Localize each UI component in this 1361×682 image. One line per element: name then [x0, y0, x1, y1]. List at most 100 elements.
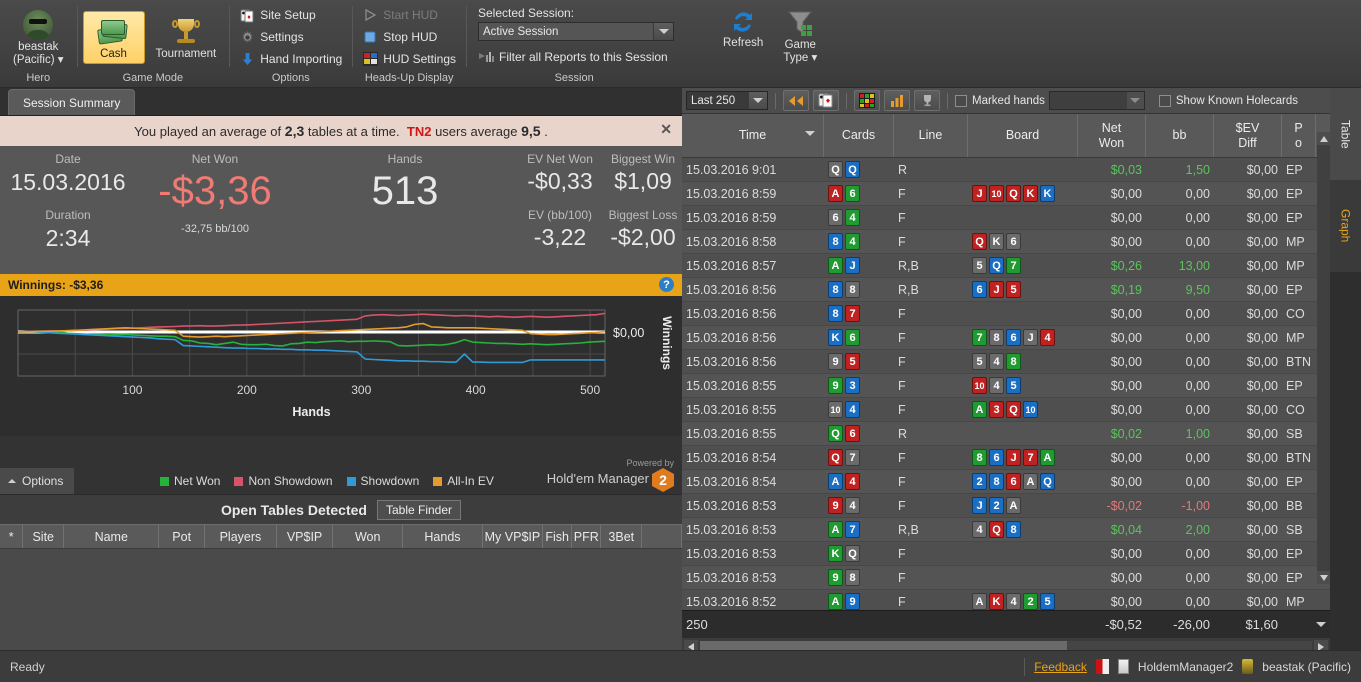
cash-button[interactable]: Cash — [82, 10, 145, 64]
hands-column-p[interactable]: Po — [1282, 114, 1316, 157]
help-icon[interactable]: ? — [659, 277, 674, 292]
hand-row[interactable]: 15.03.2016 8:56 8 8 R,B 6 J 5 $0,19 9,50 $0,00 EP — [682, 278, 1330, 302]
open-tables-column-vp-ip[interactable]: VP$IP — [277, 525, 334, 548]
hero-dropdown-icon[interactable]: ▾ — [58, 54, 64, 66]
start-hud-button[interactable]: Start HUD — [358, 5, 460, 26]
hands-column-bb[interactable]: bb — [1146, 114, 1214, 157]
hand-row[interactable]: 15.03.2016 8:53 9 8 F $0,00 0,00 $0,00 EP — [682, 566, 1330, 590]
table-finder-button[interactable]: Table Finder — [376, 499, 462, 520]
open-tables-column-players[interactable]: Players — [205, 525, 277, 548]
hand-row[interactable]: 15.03.2016 8:56 8 7 F $0,00 0,00 $0,00 CO — [682, 302, 1330, 326]
game-type-button[interactable]: Game Type ▾ — [774, 2, 826, 72]
hand-time: 15.03.2016 8:52 — [686, 594, 777, 609]
hand-row[interactable]: 15.03.2016 8:56 9 5 F 5 4 8 $0,00 0,00 $0,00 BTN — [682, 350, 1330, 374]
open-tables-column-pot[interactable]: Pot — [159, 525, 205, 548]
sort-descending-icon[interactable] — [805, 131, 815, 136]
hand-line: F — [898, 474, 906, 489]
hand-row[interactable]: 15.03.2016 8:53 K Q F $0,00 0,00 $0,00 EP — [682, 542, 1330, 566]
playing-card: Q — [972, 233, 987, 250]
hand-row[interactable]: 15.03.2016 8:55 10 4 F A 3 Q 10 $0,00 0,00 $0,00 CO — [682, 398, 1330, 422]
hand-row[interactable]: 15.03.2016 8:55 Q 6 R $0,02 1,00 $0,00 SB — [682, 422, 1330, 446]
hands-column-board[interactable]: Board — [968, 114, 1078, 157]
chevron-down-icon[interactable] — [653, 23, 673, 40]
hands-column-time[interactable]: Time — [682, 114, 824, 157]
bar-chart-icon[interactable] — [884, 90, 910, 111]
filter-reports-button[interactable]: Filter all Reports to this Session — [478, 46, 706, 67]
scroll-up-button[interactable] — [1317, 132, 1330, 145]
hand-importing-button[interactable]: Hand Importing — [235, 49, 346, 70]
hand-row[interactable]: 15.03.2016 8:58 8 4 F Q K 6 $0,00 0,00 $0,00 MP — [682, 230, 1330, 254]
grid-icon[interactable] — [854, 90, 880, 111]
hands-vertical-scrollbar[interactable] — [1317, 132, 1330, 584]
hand-row[interactable]: 15.03.2016 8:54 A 4 F 2 8 6 A Q $0,00 0,00 $0,00 EP — [682, 470, 1330, 494]
hands-column-line[interactable]: Line — [894, 114, 968, 157]
hand-range-chevron-down-icon[interactable] — [749, 92, 767, 109]
hand-row[interactable]: 15.03.2016 8:52 A 9 F A K 4 2 5 $0,00 0,00 $0,00 MP — [682, 590, 1330, 610]
hand-row[interactable]: 15.03.2016 9:01 Q Q R $0,03 1,50 $0,00 EP — [682, 158, 1330, 182]
money-icon — [96, 16, 131, 48]
hand-row[interactable]: 15.03.2016 8:53 A 7 R,B 4 Q 8 $0,04 2,00 $0,00 SB — [682, 518, 1330, 542]
notice-text: You played an average of 2,3 tables at a… — [134, 123, 548, 139]
hand-row[interactable]: 15.03.2016 8:54 Q 7 F 8 6 J 7 A $0,00 0,00 $0,00 BTN — [682, 446, 1330, 470]
hand-net-won: $0,00 — [1110, 570, 1142, 585]
legend-swatch — [234, 476, 244, 486]
open-tables-column-3bet[interactable]: 3Bet — [601, 525, 643, 548]
chart-options-button[interactable]: Options — [0, 468, 74, 494]
hands-column-cards[interactable]: Cards — [824, 114, 894, 157]
hands-table-body: 15.03.2016 9:01 Q Q R $0,03 1,50 $0,00 EP 15.03.… — [682, 158, 1330, 610]
refresh-button[interactable]: Refresh — [716, 2, 770, 72]
site-setup-button[interactable]: Site Setup — [235, 5, 346, 26]
marked-hands-checkbox[interactable]: Marked hands — [955, 94, 1045, 107]
cards-icon[interactable] — [813, 90, 839, 111]
hand-row[interactable]: 15.03.2016 8:53 9 4 F J 2 A -$0,02 -1,00 $0,00 BB — [682, 494, 1330, 518]
feedback-link[interactable]: Feedback — [1034, 660, 1087, 674]
show-known-holecards-checkbox-box[interactable] — [1158, 94, 1171, 107]
tab-session-summary[interactable]: Session Summary — [8, 89, 136, 115]
marked-hands-checkbox-box[interactable] — [955, 94, 967, 107]
tournament-button[interactable]: Tournament — [149, 11, 224, 64]
open-tables-column-site[interactable]: Site — [23, 525, 65, 548]
scroll-down-button[interactable] — [1317, 571, 1330, 584]
open-tables-column-pfr[interactable]: PFR — [572, 525, 602, 548]
hud-settings-button[interactable]: HUD Settings — [358, 49, 460, 70]
playing-card: 6 — [1006, 473, 1021, 490]
open-tables-column-name[interactable]: Name — [64, 525, 160, 548]
notice-mid2: users average — [435, 124, 518, 139]
hand-board — [968, 206, 1078, 229]
open-tables-column-won[interactable]: Won — [333, 525, 404, 548]
hand-time: 15.03.2016 8:55 — [686, 426, 777, 441]
hand-row[interactable]: 15.03.2016 8:55 9 3 F 10 4 5 $0,00 0,00 $0,00 EP — [682, 374, 1330, 398]
marked-hands-combo[interactable] — [1048, 91, 1145, 110]
notice-close-icon[interactable]: ✕ — [660, 121, 672, 138]
settings-button[interactable]: Settings — [235, 27, 346, 48]
open-tables-column--[interactable]: * — [0, 525, 24, 548]
open-tables-column-hands[interactable]: Hands — [403, 525, 483, 548]
rewind-icon[interactable] — [783, 90, 809, 111]
site-setup-label: Site Setup — [260, 8, 316, 22]
playing-card: K — [828, 329, 843, 346]
stop-hud-button[interactable]: Stop HUD — [358, 27, 460, 48]
hand-range-combo[interactable]: Last 250 — [686, 91, 768, 110]
hand-row[interactable]: 15.03.2016 8:57 A J R,B 5 Q 7 $0,26 13,00 $0,00 MP — [682, 254, 1330, 278]
game-mode-group-label: Game Mode — [122, 72, 184, 84]
marked-hands-chevron-down-icon[interactable] — [1126, 92, 1144, 109]
open-tables-column-my-vp-ip[interactable]: My VP$IP — [483, 525, 544, 548]
side-tab-graph[interactable]: Graph — [1330, 180, 1361, 272]
hand-row[interactable]: 15.03.2016 8:59 6 4 F $0,00 0,00 $0,00 EP — [682, 206, 1330, 230]
trophy-icon[interactable] — [914, 90, 940, 111]
hands-column-net[interactable]: Net Won — [1078, 114, 1146, 157]
selected-session-combo[interactable]: Active Session — [478, 22, 674, 41]
hero-button[interactable]: beastak (Pacific) ▾ — [6, 4, 71, 70]
open-tables-column-fish[interactable]: Fish — [543, 525, 573, 548]
playing-card: 7 — [1023, 449, 1038, 466]
summary-dropdown-icon[interactable] — [1312, 611, 1330, 638]
open-tables-column-spacer[interactable] — [642, 525, 683, 548]
hand-row[interactable]: 15.03.2016 8:59 A 6 F J 10 Q K K $0,00 0,00 $0,00 EP — [682, 182, 1330, 206]
game-type-dropdown-icon[interactable]: ▾ — [811, 52, 817, 64]
hand-row[interactable]: 15.03.2016 8:56 K 6 F 7 8 6 J 4 $0,00 0,00 $0,00 MP — [682, 326, 1330, 350]
hand-net-won: $0,00 — [1110, 306, 1142, 321]
hands-column--ev[interactable]: $EV Diff — [1214, 114, 1282, 157]
hand-net-won: -$0,02 — [1106, 498, 1142, 513]
side-tab-table[interactable]: Table — [1330, 88, 1361, 180]
show-known-holecards-checkbox[interactable]: Show Known Holecards — [1158, 94, 1298, 107]
